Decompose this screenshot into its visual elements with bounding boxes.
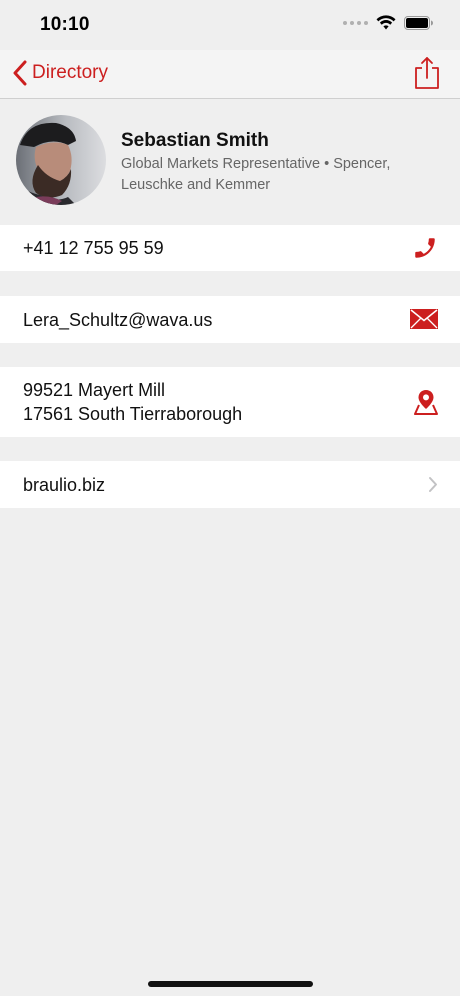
website-row[interactable]: braulio.biz: [0, 461, 460, 508]
address-line-1: 99521 Mayert Mill: [23, 380, 166, 400]
phone-number: +41 12 755 95 59: [23, 238, 164, 258]
share-button[interactable]: [414, 56, 440, 95]
contact-job-title: Global Markets Representative • Spencer,…: [121, 156, 391, 193]
back-button-label: Directory: [32, 62, 109, 83]
call-button[interactable]: [412, 235, 438, 266]
navigation-bar: Directory: [0, 50, 460, 99]
status-bar: 10:10: [0, 0, 460, 50]
phone-icon: [415, 238, 435, 258]
address-row[interactable]: 99521 Mayert Mill 17561 South Tierraboro…: [0, 367, 460, 437]
chevron-right-icon: [429, 477, 437, 492]
cellular-signal-icon: [343, 20, 368, 25]
address-line-2: 17561 South Tierraborough: [23, 404, 243, 424]
home-indicator[interactable]: [148, 981, 313, 987]
avatar: [16, 115, 106, 205]
envelope-icon: [410, 309, 438, 329]
avatar-photo: [16, 115, 106, 205]
wifi-icon: [376, 15, 396, 30]
profile-header: Sebastian Smith Global Markets Represent…: [0, 99, 460, 223]
chevron-left-icon: [13, 60, 27, 86]
battery-icon: [404, 15, 433, 30]
status-time: 10:10: [40, 14, 90, 35]
share-icon: [415, 57, 439, 89]
email-address: Lera_Schultz@wava.us: [23, 310, 213, 330]
map-pin-icon: [414, 390, 438, 415]
email-row[interactable]: Lera_Schultz@wava.us: [0, 296, 460, 343]
back-button[interactable]: Directory: [12, 60, 108, 86]
website-url: braulio.biz: [23, 475, 106, 495]
contact-name: Sebastian Smith: [121, 130, 269, 151]
status-icons: [343, 15, 434, 30]
phone-row[interactable]: +41 12 755 95 59: [0, 225, 460, 271]
contact-detail-screen: 10:10 Directory Sebastian Smith Global M…: [0, 0, 460, 996]
open-map-button[interactable]: [414, 389, 438, 420]
send-email-button[interactable]: [410, 308, 438, 335]
open-website-button[interactable]: [428, 476, 438, 498]
